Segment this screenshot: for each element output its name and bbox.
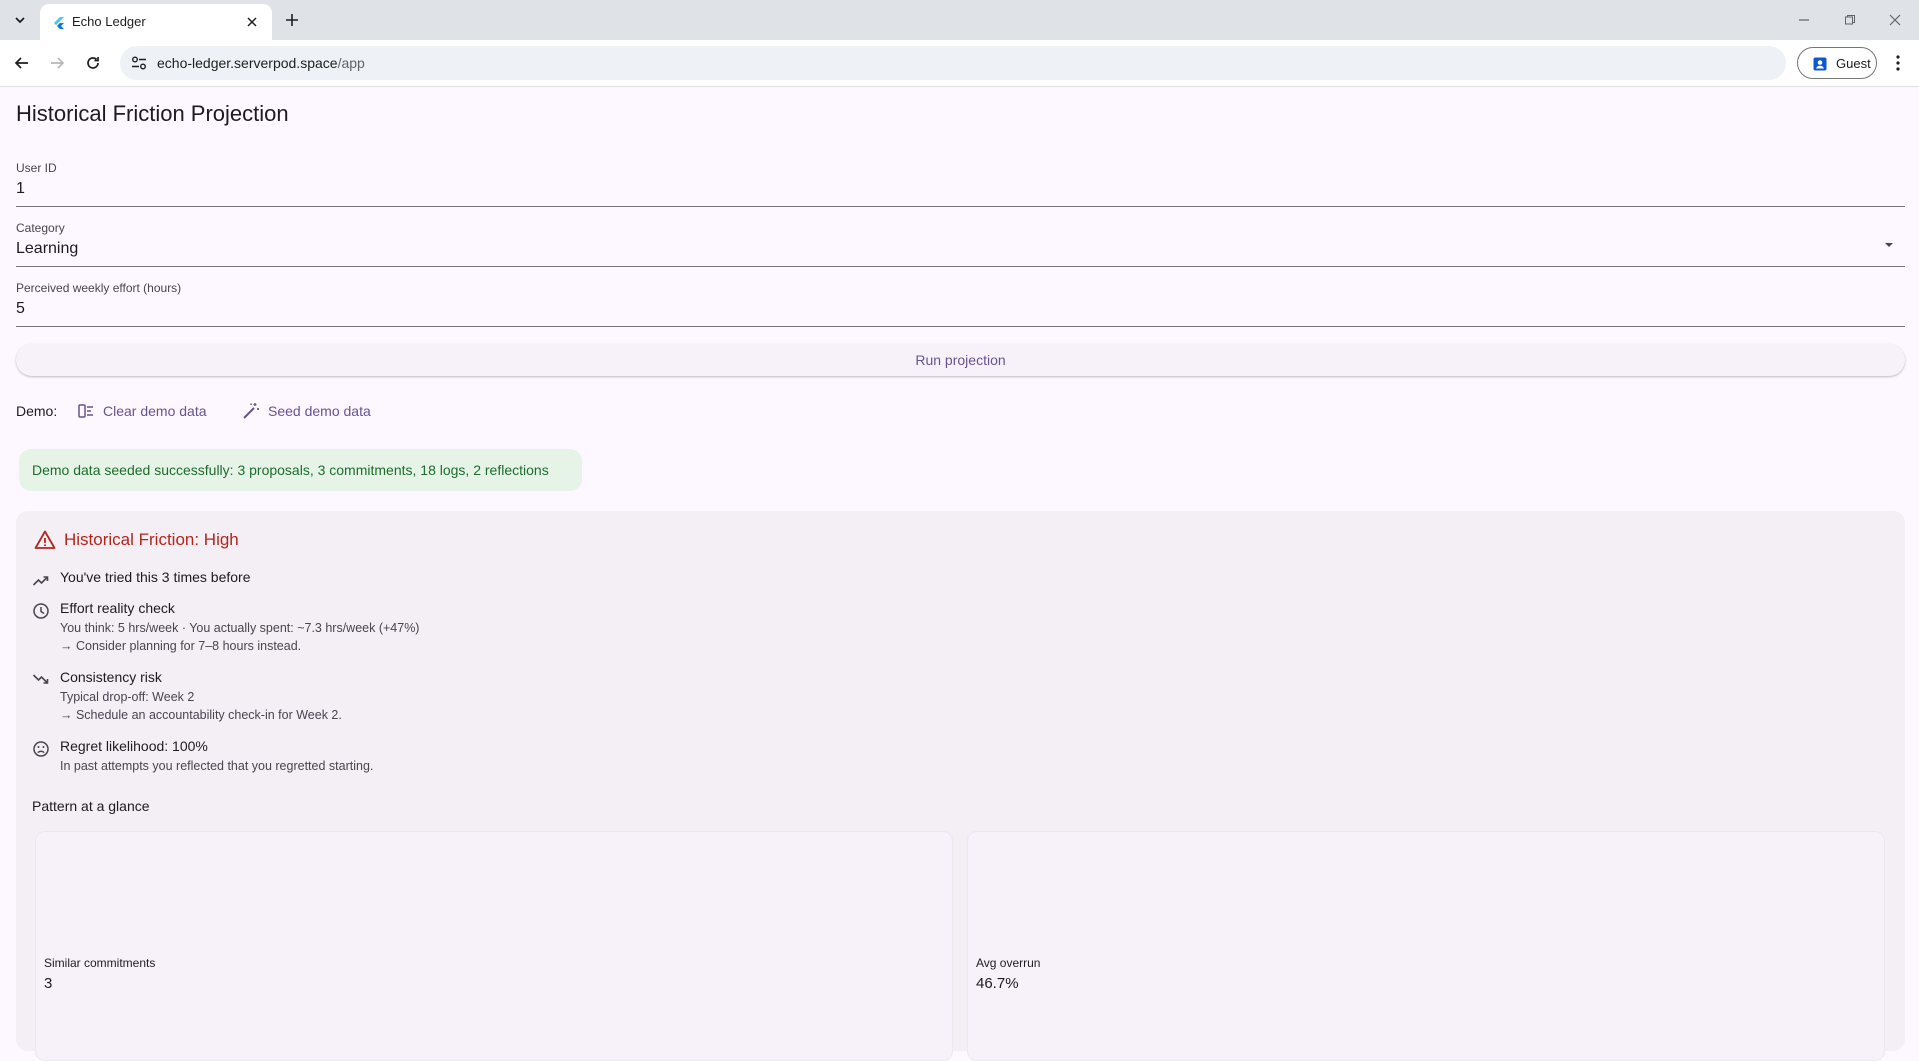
seed-demo-label: Seed demo data — [268, 403, 371, 419]
user-id-label: User ID — [16, 161, 57, 175]
trending-down-icon — [32, 674, 49, 684]
effort-field[interactable]: Perceived weekly effort (hours) 5 — [16, 281, 1905, 327]
trending-up-icon — [32, 576, 49, 586]
reload-icon — [87, 57, 99, 69]
sad-face-icon — [33, 741, 49, 757]
consistency-detail: Typical drop-off: Week 2 — [60, 690, 195, 704]
chevron-down-icon — [15, 17, 25, 24]
browser-menu-button[interactable] — [1886, 51, 1910, 75]
warning-icon — [34, 530, 56, 549]
close-icon — [1889, 14, 1901, 26]
minimize-icon — [1799, 19, 1809, 21]
profile-button[interactable]: Guest — [1797, 47, 1877, 79]
clear-demo-label: Clear demo data — [103, 403, 207, 419]
dropdown-arrow-icon[interactable] — [1879, 235, 1899, 255]
user-id-value[interactable]: 1 — [16, 180, 25, 198]
flutter-icon — [54, 17, 64, 29]
effort-check-detail: You think: 5 hrs/week · You actually spe… — [60, 621, 420, 635]
browser-tab[interactable]: Echo Ledger — [40, 4, 272, 40]
address-bar[interactable]: echo-ledger.serverpod.space/app — [120, 46, 1786, 80]
category-label: Category — [16, 221, 65, 235]
arrow-left-icon — [14, 57, 28, 69]
effort-label: Perceived weekly effort (hours) — [16, 281, 182, 295]
browser-toolbar: echo-ledger.serverpod.space/app Guest — [0, 40, 1919, 87]
close-icon — [247, 17, 257, 27]
user-id-field[interactable]: User ID 1 — [16, 161, 1905, 207]
effort-check-title: Effort reality check — [60, 600, 175, 616]
kebab-icon — [1896, 55, 1900, 71]
browser-tab-strip: Echo Ledger — [0, 0, 1919, 40]
magic-wand-icon — [243, 403, 259, 419]
url-text: echo-ledger.serverpod.space/app — [157, 55, 365, 71]
restore-icon — [1845, 15, 1855, 25]
arrow-right-icon — [51, 57, 65, 69]
effort-value[interactable]: 5 — [16, 300, 25, 318]
regret-title: Regret likelihood: 100% — [60, 738, 208, 754]
profile-label: Guest — [1836, 56, 1871, 71]
new-tab-button[interactable] — [282, 10, 302, 30]
close-window-button[interactable] — [1873, 8, 1917, 32]
pattern-title: Pattern at a glance — [32, 798, 150, 814]
close-tab-button[interactable] — [244, 14, 260, 30]
regret-detail: In past attempts you reflected that you … — [60, 759, 374, 773]
tune-icon — [132, 56, 146, 70]
reload-button[interactable] — [81, 51, 105, 75]
demo-label: Demo: — [16, 403, 58, 419]
stat-label: Similar commitments — [44, 956, 156, 970]
stat-card-overrun: Avg overrun 46.7% — [967, 831, 1885, 1061]
consistency-title: Consistency risk — [60, 669, 162, 685]
friction-heading: Historical Friction: High — [34, 529, 239, 551]
category-select[interactable]: Category Learning — [16, 221, 1905, 267]
tab-search-button[interactable] — [8, 8, 32, 32]
page-title: Historical Friction Projection — [16, 101, 289, 126]
seed-demo-button[interactable]: Seed demo data — [242, 395, 371, 427]
effort-check-advice: → Consider planning for 7–8 hours instea… — [60, 639, 302, 653]
tried-text: You've tried this 3 times before — [60, 569, 251, 585]
stat-value: 3 — [44, 975, 53, 992]
success-banner: Demo data seeded successfully: 3 proposa… — [19, 449, 582, 491]
forward-button[interactable] — [45, 51, 69, 75]
consistency-advice: → Schedule an accountability check-in fo… — [60, 708, 342, 722]
friction-title: Historical Friction: High — [64, 530, 239, 549]
restore-button[interactable] — [1828, 8, 1872, 32]
plus-icon — [286, 14, 298, 26]
clock-icon — [33, 603, 49, 619]
stat-card-similar: Similar commitments 3 — [35, 831, 953, 1061]
minimize-button[interactable] — [1782, 8, 1826, 32]
clear-list-icon — [78, 404, 93, 418]
friction-result-card: Historical Friction: High You've tried t… — [16, 511, 1905, 1061]
url-host: echo-ledger.serverpod.space — [157, 55, 338, 71]
stat-label: Avg overrun — [976, 956, 1041, 970]
stat-value: 46.7% — [976, 975, 1019, 992]
back-button[interactable] — [10, 51, 34, 75]
person-badge-icon — [1813, 57, 1827, 71]
run-projection-button[interactable]: Run projection — [16, 344, 1905, 376]
tab-title: Echo Ledger — [72, 14, 146, 29]
url-path: /app — [337, 55, 365, 71]
clear-demo-button[interactable]: Clear demo data — [77, 395, 207, 427]
category-value[interactable]: Learning — [16, 240, 78, 258]
